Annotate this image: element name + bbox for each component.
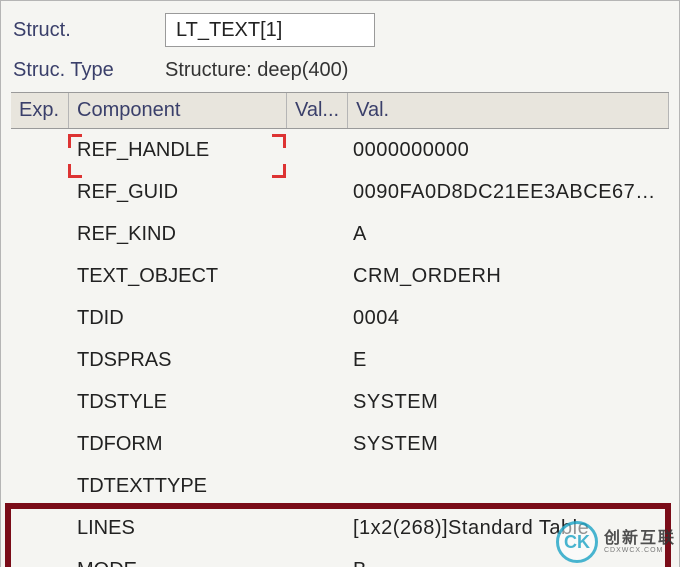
component-cell: REF_KIND <box>69 217 287 252</box>
component-cell: REF_GUID <box>69 175 287 210</box>
expand-cell[interactable] <box>11 522 69 534</box>
val-cell: 0090FA0D8DC21EE3ABCE672A... <box>345 175 669 210</box>
val-short-cell <box>287 522 345 534</box>
val-cell: A <box>345 217 669 252</box>
expand-cell[interactable] <box>11 480 69 492</box>
val-short-cell <box>287 438 345 450</box>
val-short-cell <box>287 186 345 198</box>
table-row[interactable]: MODE B <box>11 549 669 567</box>
val-cell: CRM_ORDERH <box>345 259 669 294</box>
expand-cell[interactable] <box>11 270 69 282</box>
struct-type-label: Struc. Type <box>13 59 153 82</box>
component-cell: TDID <box>69 301 287 336</box>
val-short-cell <box>287 270 345 282</box>
component-cell: MODE <box>69 553 287 567</box>
val-cell <box>345 480 669 492</box>
col-header-val-short[interactable]: Val... <box>287 93 348 128</box>
grid-header: Exp. Component Val... Val. <box>11 93 669 129</box>
val-cell: 0004 <box>345 301 669 336</box>
val-short-cell <box>287 480 345 492</box>
expand-cell[interactable] <box>11 186 69 198</box>
table-row[interactable]: TDSTYLE SYSTEM <box>11 381 669 423</box>
component-cell: REF_HANDLE <box>69 133 287 168</box>
col-header-val[interactable]: Val. <box>348 93 669 128</box>
table-row[interactable]: REF_HANDLE 0000000000 <box>11 129 669 171</box>
component-cell: TDFORM <box>69 427 287 462</box>
component-cell: TEXT_OBJECT <box>69 259 287 294</box>
val-short-cell <box>287 144 345 156</box>
struct-label: Struct. <box>13 19 153 42</box>
component-cell: LINES <box>69 511 287 546</box>
val-cell: 0000000000 <box>345 133 669 168</box>
struct-type-row: Struc. Type Structure: deep(400) <box>11 55 669 92</box>
val-short-cell <box>287 312 345 324</box>
val-cell: [1x2(268)]Standard Table <box>345 511 669 546</box>
expand-cell[interactable] <box>11 438 69 450</box>
grid-body: REF_HANDLE 0000000000 REF_GUID 0090FA0D8DC2… <box>11 129 669 567</box>
expand-cell[interactable] <box>11 354 69 366</box>
expand-cell[interactable] <box>11 312 69 324</box>
component-cell: TDSPRAS <box>69 343 287 378</box>
component-cell: TDSTYLE <box>69 385 287 420</box>
table-row[interactable]: TDFORM SYSTEM <box>11 423 669 465</box>
val-short-cell <box>287 396 345 408</box>
table-row[interactable]: TEXT_OBJECT CRM_ORDERH <box>11 255 669 297</box>
table-row[interactable]: TDID 0004 <box>11 297 669 339</box>
val-short-cell <box>287 354 345 366</box>
col-header-exp[interactable]: Exp. <box>11 93 69 128</box>
struct-row: Struct. <box>11 9 669 55</box>
debugger-panel: Struct. Struc. Type Structure: deep(400)… <box>0 0 680 567</box>
table-row[interactable]: REF_KIND A <box>11 213 669 255</box>
component-grid: Exp. Component Val... Val. REF_HANDLE 000… <box>11 92 669 567</box>
expand-cell[interactable] <box>11 396 69 408</box>
expand-cell[interactable] <box>11 144 69 156</box>
table-row[interactable]: REF_GUID 0090FA0D8DC21EE3ABCE672A... <box>11 171 669 213</box>
expand-cell[interactable] <box>11 228 69 240</box>
val-cell: E <box>345 343 669 378</box>
table-row[interactable]: LINES [1x2(268)]Standard Table <box>11 507 669 549</box>
struct-input[interactable] <box>165 13 375 47</box>
table-row[interactable]: TDSPRAS E <box>11 339 669 381</box>
col-header-component[interactable]: Component <box>69 93 287 128</box>
val-cell: SYSTEM <box>345 427 669 462</box>
table-row[interactable]: TDTEXTTYPE <box>11 465 669 507</box>
val-cell: SYSTEM <box>345 385 669 420</box>
component-cell: TDTEXTTYPE <box>69 469 287 504</box>
val-cell: B <box>345 553 669 567</box>
struct-type-value: Structure: deep(400) <box>165 59 348 82</box>
val-short-cell <box>287 228 345 240</box>
